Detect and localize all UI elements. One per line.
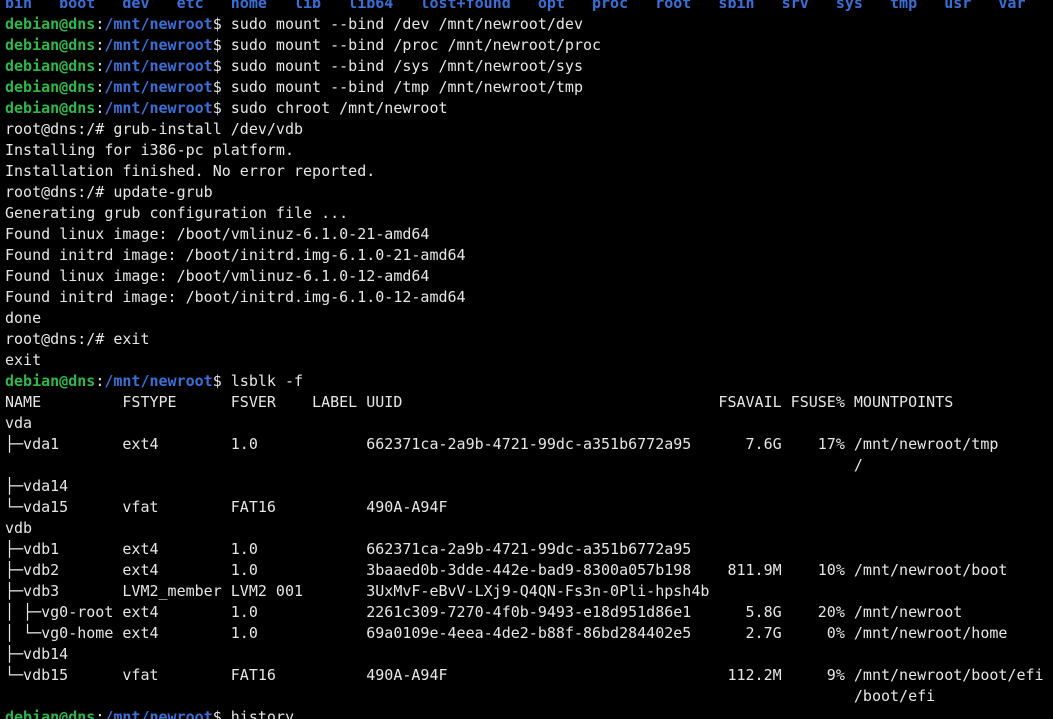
lsblk-row: ├─vdb3 LVM2_member LVM2 001 3UxMvF-eBvV-… <box>5 582 710 600</box>
lsblk-row: └─vdb15 vfat FAT16 490A-A94F 112.2M 9% /… <box>5 666 1044 684</box>
prompt-symbol: $ <box>212 99 222 117</box>
lsblk-row: / <box>5 456 863 474</box>
terminal-window[interactable]: bin boot dev etc home lib lib64 lost+fou… <box>0 0 1053 719</box>
directory-listing: bin boot dev etc home lib lib64 lost+fou… <box>5 0 1026 12</box>
command-text: exit <box>113 330 150 348</box>
prompt-path: /mnt/newroot <box>104 57 213 75</box>
lsblk-row: vdb <box>5 519 33 537</box>
prompt-path: /mnt/newroot <box>104 78 213 96</box>
ls-output-row: bin boot dev etc home lib lib64 lost+fou… <box>5 0 1051 14</box>
lsblk-header: NAME FSTYPE FSVER LABEL UUID FSAVAIL FSU… <box>5 393 954 411</box>
prompt-path: /mnt/newroot <box>104 99 213 117</box>
prompt-user-host: debian@dns <box>5 57 96 75</box>
prompt-user-host: debian@dns <box>5 372 96 390</box>
prompt-user-host: debian@dns <box>5 99 96 117</box>
prompt-colon: : <box>95 78 105 96</box>
command-line: debian@dns:/mnt/newroot$ sudo mount --bi… <box>5 35 1051 56</box>
prompt-user-host: debian@dns <box>5 15 96 33</box>
prompt-user-host: debian@dns <box>5 78 96 96</box>
output-line: Found initrd image: /boot/initrd.img-6.1… <box>5 288 466 306</box>
command-text: sudo mount --bind /dev /mnt/newroot/dev <box>230 15 583 33</box>
terminal-output: bin boot dev etc home lib lib64 lost+fou… <box>5 0 1051 719</box>
lsblk-row: ├─vdb1 ext4 1.0 662371ca-2a9b-4721-99dc-… <box>5 540 692 558</box>
prompt-colon: : <box>95 57 105 75</box>
prompt-path: /mnt/newroot <box>104 372 213 390</box>
root-prompt: root@dns:/# <box>5 330 105 348</box>
command-text: sudo mount --bind /tmp /mnt/newroot/tmp <box>230 78 583 96</box>
command-text: sudo chroot /mnt/newroot <box>230 99 448 117</box>
command-line: debian@dns:/mnt/newroot$ history <box>5 707 1051 719</box>
prompt-symbol: $ <box>212 57 222 75</box>
lsblk-row: vda <box>5 414 33 432</box>
prompt-colon: : <box>95 708 105 719</box>
root-prompt: root@dns:/# <box>5 120 105 138</box>
command-line: debian@dns:/mnt/newroot$ sudo mount --bi… <box>5 56 1051 77</box>
prompt-user-host: debian@dns <box>5 708 96 719</box>
output-line: Found linux image: /boot/vmlinuz-6.1.0-1… <box>5 267 430 285</box>
output-line: done <box>5 309 42 327</box>
command-line: debian@dns:/mnt/newroot$ sudo chroot /mn… <box>5 98 1051 119</box>
prompt-colon: : <box>95 15 105 33</box>
root-command-line: root@dns:/# exit <box>5 329 1051 350</box>
output-line: Found initrd image: /boot/initrd.img-6.1… <box>5 246 466 264</box>
root-command-line: root@dns:/# update-grub <box>5 182 1051 203</box>
prompt-path: /mnt/newroot <box>104 15 213 33</box>
prompt-symbol: $ <box>212 708 222 719</box>
lsblk-row: /boot/efi <box>5 687 936 705</box>
prompt-path: /mnt/newroot <box>104 708 213 719</box>
prompt-symbol: $ <box>212 36 222 54</box>
prompt-colon: : <box>95 36 105 54</box>
lsblk-row: ├─vdb2 ext4 1.0 3baaed0b-3dde-442e-bad9-… <box>5 561 1008 579</box>
output-line: Installing for i386-pc platform. <box>5 141 294 159</box>
output-line: Generating grub configuration file ... <box>5 204 349 222</box>
root-prompt: root@dns:/# <box>5 183 105 201</box>
lsblk-row: └─vda15 vfat FAT16 490A-A94F <box>5 498 448 516</box>
root-command-line: root@dns:/# grub-install /dev/vdb <box>5 119 1051 140</box>
prompt-colon: : <box>95 372 105 390</box>
prompt-symbol: $ <box>212 372 222 390</box>
command-text: history <box>230 708 294 719</box>
command-text: lsblk -f <box>230 372 304 390</box>
command-text: update-grub <box>113 183 213 201</box>
prompt-colon: : <box>95 99 105 117</box>
prompt-path: /mnt/newroot <box>104 36 213 54</box>
lsblk-row: ├─vdb14 <box>5 645 69 663</box>
prompt-symbol: $ <box>212 15 222 33</box>
lsblk-row: │ ├─vg0-root ext4 1.0 2261c309-7270-4f0b… <box>5 603 963 621</box>
command-text: sudo mount --bind /sys /mnt/newroot/sys <box>230 57 583 75</box>
lsblk-row: ├─vda1 ext4 1.0 662371ca-2a9b-4721-99dc-… <box>5 435 999 453</box>
command-line: debian@dns:/mnt/newroot$ lsblk -f <box>5 371 1051 392</box>
lsblk-row: ├─vda14 <box>5 477 69 495</box>
prompt-user-host: debian@dns <box>5 36 96 54</box>
command-line: debian@dns:/mnt/newroot$ sudo mount --bi… <box>5 14 1051 35</box>
command-text: sudo mount --bind /proc /mnt/newroot/pro… <box>230 36 602 54</box>
lsblk-row: │ └─vg0-home ext4 1.0 69a0109e-4eea-4de2… <box>5 624 1008 642</box>
command-text: grub-install /dev/vdb <box>113 120 304 138</box>
output-line: exit <box>5 351 42 369</box>
output-line: Installation finished. No error reported… <box>5 162 376 180</box>
output-line: Found linux image: /boot/vmlinuz-6.1.0-2… <box>5 225 430 243</box>
prompt-symbol: $ <box>212 78 222 96</box>
command-line: debian@dns:/mnt/newroot$ sudo mount --bi… <box>5 77 1051 98</box>
